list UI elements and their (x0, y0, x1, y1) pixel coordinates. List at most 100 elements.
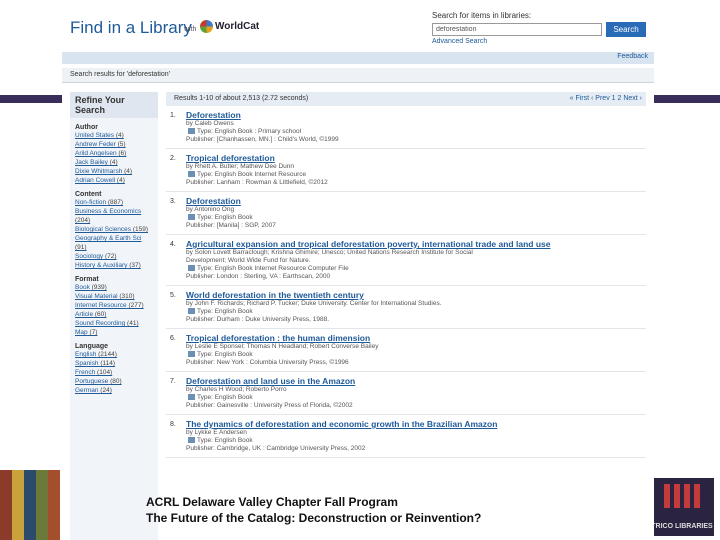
worldcat-screenshot: Find in a Library with WorldCat Search f… (62, 0, 654, 540)
facet-heading: Language (75, 343, 109, 350)
facet-item[interactable]: Sound Recording (41) (75, 319, 153, 328)
record-author-cont: Development; World Wide Fund for Nature. (186, 257, 311, 264)
facet-item[interactable]: Andrew Feder (5) (75, 140, 153, 149)
facet-format: Format Book (939) Visual Material (310) … (70, 276, 158, 337)
facet-heading: Content (75, 191, 102, 198)
record-author: by Caleb Owens (186, 120, 234, 127)
record-publisher: Publisher: Lanham : Rowman & Littlefield… (186, 179, 328, 186)
record-title-link[interactable]: Tropical deforestation (186, 153, 646, 163)
book-spine (0, 470, 12, 540)
book-icon (188, 265, 195, 272)
results-for-bar: Search results for 'deforestation' (62, 68, 654, 83)
record-title-link[interactable]: Agricultural expansion and tropical defo… (186, 239, 646, 249)
results-count: Results 1-10 of about 2,513 (2.72 second… (174, 95, 309, 102)
advanced-search-link[interactable]: Advanced Search (432, 38, 487, 45)
book-spine (48, 470, 60, 540)
results-for-text: Search results for 'deforestation' (70, 71, 170, 78)
refine-title: Refine Your Search (70, 92, 158, 118)
record-title-link[interactable]: The dynamics of deforestation and econom… (186, 419, 646, 429)
feedback-link[interactable]: Feedback (617, 53, 648, 60)
result-record: 2. Tropical deforestation by Rhett A. Bu… (166, 149, 646, 192)
record-type: Type: English Book Internet Resource (186, 171, 646, 179)
facet-item[interactable]: Arild Angelsen (6) (75, 149, 153, 158)
record-author: by Solon Lovett Barraclough; Krishna Ghi… (186, 249, 473, 256)
facet-item[interactable]: History & Auxiliary (37) (75, 261, 153, 270)
facet-language: Language English (2144) Spanish (114) Fr… (70, 343, 158, 395)
logo-text: TRICO LIBRARIES (651, 523, 713, 530)
facet-item[interactable]: French (104) (75, 368, 153, 377)
record-number: 1. (170, 112, 176, 119)
record-title-link[interactable]: Deforestation (186, 196, 646, 206)
result-record: 3. Deforestation by Antonino Ong Type: E… (166, 192, 646, 235)
record-type: Type: English Book Internet Resource Com… (186, 265, 646, 273)
facet-item[interactable]: Biological Sciences (159) (75, 225, 153, 234)
facet-content: Content Non-fiction (887) Business & Eco… (70, 191, 158, 270)
record-publisher: Publisher: London : Sterling, VA : Earth… (186, 273, 331, 280)
results-list: Results 1-10 of about 2,513 (2.72 second… (166, 92, 646, 540)
book-icon (188, 128, 195, 135)
facet-item[interactable]: Article (60) (75, 310, 153, 319)
facet-item[interactable]: Map (7) (75, 328, 153, 337)
book-icon (188, 308, 195, 315)
facet-item[interactable]: Portuguese (80) (75, 377, 153, 386)
record-author: by Rhett A. Butler; Mathew Dee Dunn (186, 163, 295, 170)
search-button[interactable]: Search (606, 22, 646, 37)
record-author: by Antonino Ong (186, 206, 235, 213)
facet-author: Author United States (4) Andrew Feder (5… (70, 124, 158, 185)
record-publisher: Publisher: [Chanhassen, MN.] : Child's W… (186, 136, 339, 143)
record-number: 6. (170, 335, 176, 342)
book-icon (188, 437, 195, 444)
facet-item[interactable]: United States (4) (75, 131, 153, 140)
worldcat-header: Find in a Library with WorldCat Search f… (62, 0, 654, 66)
globe-icon (200, 20, 213, 33)
find-in-a-library-logo[interactable]: Find in a Library (70, 18, 192, 38)
record-publisher: Publisher: Durham : Duke University Pres… (186, 316, 330, 323)
record-type: Type: English Book (186, 394, 646, 402)
result-record: 8. The dynamics of deforestation and eco… (166, 415, 646, 458)
facet-item[interactable]: German (24) (75, 386, 153, 395)
caption-line-1: ACRL Delaware Valley Chapter Fall Progra… (146, 495, 398, 509)
facet-item[interactable]: Jack Bailey (4) (75, 158, 153, 167)
feedback-bar: Feedback (62, 52, 654, 64)
facet-item[interactable]: Dixie Whitmarsh (4) (75, 167, 153, 176)
result-record: 4. Agricultural expansion and tropical d… (166, 235, 646, 286)
result-record: 7. Deforestation and land use in the Ama… (166, 372, 646, 415)
facet-item[interactable]: Non-fiction (887) (75, 198, 153, 207)
with-text: with (184, 26, 197, 33)
record-type: Type: English Book : Primary school (186, 128, 646, 136)
book-icon (188, 351, 195, 358)
facet-item[interactable]: Spanish (114) (75, 359, 153, 368)
search-input[interactable] (432, 23, 602, 36)
facet-item[interactable]: Adrian Cowell (4) (75, 176, 153, 185)
results-pager: Results 1-10 of about 2,513 (2.72 second… (166, 92, 646, 106)
pagination-links[interactable]: « First ‹ Prev 1 2 Next › (570, 95, 642, 102)
record-number: 7. (170, 378, 176, 385)
record-type: Type: English Book (186, 308, 646, 316)
result-record: 6. Tropical deforestation : the human di… (166, 329, 646, 372)
book-spine (12, 470, 24, 540)
facet-item[interactable]: Sociology (72) (75, 252, 153, 261)
facet-heading: Format (75, 276, 99, 283)
record-type: Type: English Book (186, 214, 646, 222)
record-number: 5. (170, 292, 176, 299)
record-title-link[interactable]: Deforestation (186, 110, 646, 120)
facet-item[interactable]: Business & Economics (204) (75, 207, 153, 225)
facet-item[interactable]: Visual Material (310) (75, 292, 153, 301)
record-number: 2. (170, 155, 176, 162)
record-title-link[interactable]: World deforestation in the twentieth cen… (186, 290, 646, 300)
caption-line-2: The Future of the Catalog: Deconstructio… (146, 511, 482, 525)
worldcat-logo[interactable]: WorldCat (200, 20, 259, 33)
record-number: 3. (170, 198, 176, 205)
facet-item[interactable]: Geography & Earth Sci (91) (75, 234, 153, 252)
facet-item[interactable]: Internet Resource (277) (75, 301, 153, 310)
record-title-link[interactable]: Deforestation and land use in the Amazon (186, 376, 646, 386)
facet-item[interactable]: Book (939) (75, 283, 153, 292)
book-icon (188, 394, 195, 401)
record-publisher: Publisher: New York : Columbia Universit… (186, 359, 349, 366)
record-number: 8. (170, 421, 176, 428)
record-title-link[interactable]: Tropical deforestation : the human dimen… (186, 333, 646, 343)
facet-item[interactable]: English (2144) (75, 350, 153, 359)
record-publisher: Publisher: Cambridge, UK : Cambridge Uni… (186, 445, 366, 452)
worldcat-text: WorldCat (215, 21, 260, 32)
trico-libraries-logo: TRICO LIBRARIES (650, 478, 714, 536)
